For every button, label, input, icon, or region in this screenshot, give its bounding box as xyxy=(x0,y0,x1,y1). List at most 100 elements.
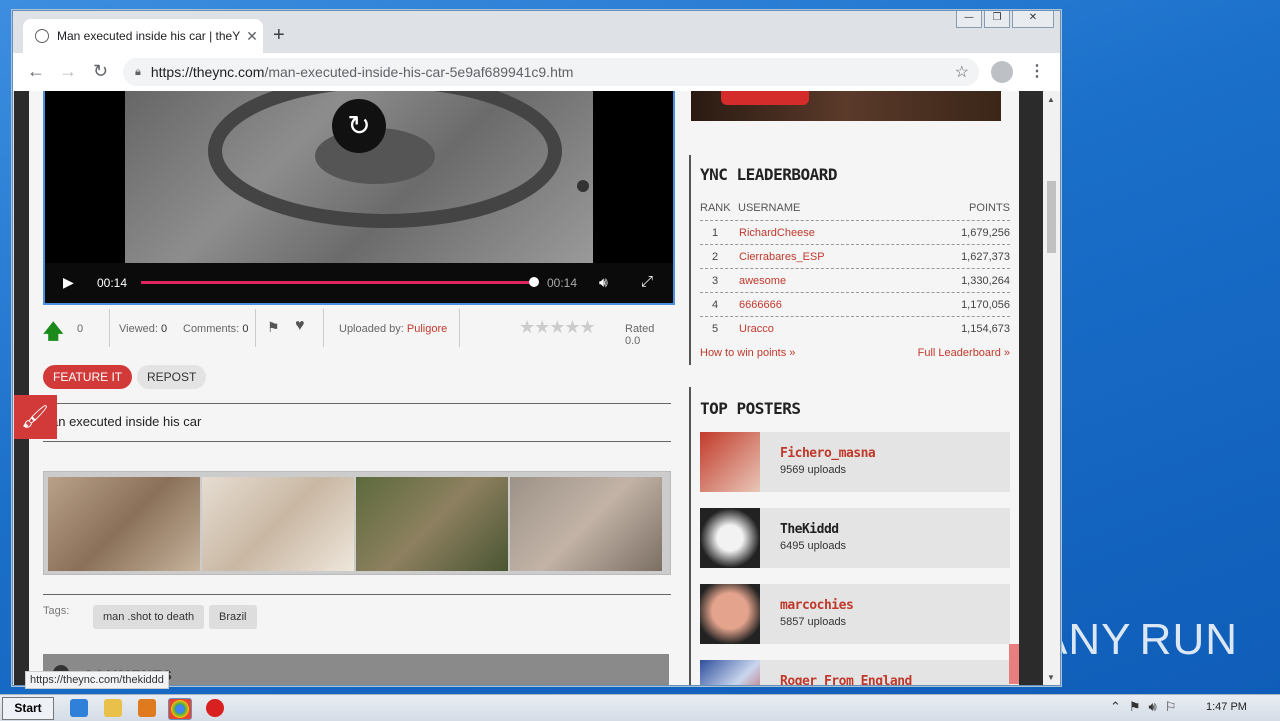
forward-arrow-icon[interactable]: → xyxy=(59,62,77,80)
browser-tab[interactable]: Man executed inside his car | theYNC ✕ xyxy=(23,19,263,53)
status-bar-url: https://theync.com/thekiddd xyxy=(25,671,169,689)
folder-icon[interactable] xyxy=(104,699,122,717)
media-player-icon[interactable] xyxy=(138,699,156,717)
thumbnail[interactable] xyxy=(202,477,354,571)
progress-bar[interactable] xyxy=(141,281,533,284)
poster-card[interactable]: Roger_From_England xyxy=(700,660,1010,685)
volume-icon[interactable]: 🔊︎ xyxy=(599,274,608,291)
clock: 1:47 PM xyxy=(1206,701,1247,713)
username-link[interactable]: Uracco xyxy=(739,323,774,335)
viewed-count: Viewed: 0 xyxy=(119,323,167,335)
poster-card[interactable]: Fichero_masna 9569 uploads xyxy=(700,432,1010,492)
poster-name[interactable]: TheKiddd xyxy=(780,522,839,537)
leaderboard-row: 5 Uracco 1,154,673 xyxy=(700,316,1010,341)
avatar[interactable] xyxy=(700,660,760,685)
scroll-down-icon[interactable]: ▼ xyxy=(1047,673,1055,682)
rating-stars[interactable]: ★★★★★ xyxy=(519,317,595,338)
points: 1,154,673 xyxy=(961,323,1010,335)
maximize-button[interactable]: ❐ xyxy=(984,11,1010,28)
poster-card[interactable]: marcochies 5857 uploads xyxy=(700,584,1010,644)
tag-chip[interactable]: Brazil xyxy=(209,605,257,629)
taskbar: Start ⌃⚑🔊︎⚐ 1:47 PM xyxy=(0,694,1280,721)
poster-uploads: 6495 uploads xyxy=(780,540,846,552)
url-host: https://theync.com xyxy=(151,64,265,80)
flag-icon[interactable]: ⚑ xyxy=(267,319,280,336)
thumbnail[interactable] xyxy=(356,477,508,571)
leaderboard-title: YNC LEADERBOARD xyxy=(700,165,837,184)
profile-avatar-icon[interactable] xyxy=(991,61,1013,83)
warning-icon[interactable] xyxy=(206,699,224,717)
new-tab-button[interactable]: + xyxy=(273,25,285,45)
viewed-label: Viewed: xyxy=(119,323,158,335)
how-to-win-link[interactable]: How to win points » xyxy=(700,347,795,359)
points-header: POINTS xyxy=(969,202,1010,214)
video-stats: 🡅 0 Viewed: 0 Comments: 0 ⚑ ♥ Uploaded b… xyxy=(43,309,671,349)
leaderboard-row: 3awesome1,330,264 xyxy=(700,268,1010,293)
reload-icon[interactable]: ↻ xyxy=(93,62,108,80)
time-total: 00:14 xyxy=(547,276,577,290)
system-tray: ⌃⚑🔊︎⚐ xyxy=(1110,699,1184,715)
divider xyxy=(43,594,671,595)
divider xyxy=(459,309,460,347)
username-link[interactable]: 6666666 xyxy=(739,299,782,311)
avatar[interactable] xyxy=(700,584,760,644)
leaderboard-row: 1RichardCheese1,679,256 xyxy=(700,220,1010,245)
back-to-top-button[interactable]: ⌃ xyxy=(1009,644,1019,684)
fullscreen-icon[interactable]: ⤢ xyxy=(641,273,653,290)
thumbnail[interactable] xyxy=(48,477,200,571)
full-leaderboard-link[interactable]: Full Leaderboard » xyxy=(918,347,1010,359)
chrome-icon[interactable] xyxy=(168,698,192,720)
username-link[interactable]: Cierrabares_ESP xyxy=(739,251,825,263)
username-link[interactable]: RichardCheese xyxy=(739,227,815,239)
points: 1,679,256 xyxy=(961,227,1010,239)
address-bar[interactable]: 🔒︎ https://theync.com/man-executed-insid… xyxy=(123,58,979,86)
feature-it-button[interactable]: FEATURE IT xyxy=(43,365,132,389)
poster-name[interactable]: marcochies xyxy=(780,598,853,613)
bookmark-star-icon[interactable]: ☆ xyxy=(955,62,969,82)
rank: 5 xyxy=(712,323,718,335)
kebab-menu-icon[interactable]: ⋮ xyxy=(1029,61,1045,81)
upvote-arrow-icon[interactable]: 🡅 xyxy=(43,317,64,351)
rank-header: RANK xyxy=(700,202,731,214)
video-player[interactable]: ↻ ▶ 00:14 00:14 🔊︎ ⤢ xyxy=(43,91,675,305)
poster-name[interactable]: Fichero_masna xyxy=(780,446,875,461)
minimize-button[interactable]: — xyxy=(956,11,982,28)
uploaded-label: Uploaded by: xyxy=(339,323,404,335)
leaderboard-row: 2Cierrabares_ESP1,627,373 xyxy=(700,244,1010,269)
comments-count: Comments: 0 xyxy=(183,323,248,335)
top-posters-border xyxy=(689,387,691,685)
top-posters-title: TOP POSTERS xyxy=(700,399,800,418)
scroll-up-icon[interactable]: ▲ xyxy=(1047,95,1055,104)
watermark-right-text: RUN xyxy=(1140,615,1238,665)
poster-name[interactable]: Roger_From_England xyxy=(780,674,912,685)
start-button[interactable]: Start xyxy=(2,697,54,720)
vote-count: 0 xyxy=(77,323,83,335)
comments-value: 0 xyxy=(242,323,248,335)
poster-card[interactable]: TheKiddd 6495 uploads xyxy=(700,508,1010,568)
scrollbar-thumb[interactable] xyxy=(1047,181,1056,253)
tab-title: Man executed inside his car | theYNC xyxy=(57,29,241,43)
tag-chip[interactable]: man .shot to death xyxy=(93,605,204,629)
vertical-scrollbar[interactable]: ▲ ▼ xyxy=(1043,91,1060,685)
paintbrush-icon[interactable]: 🖌︎ xyxy=(14,395,57,439)
divider xyxy=(43,403,671,404)
heart-icon[interactable]: ♥ xyxy=(295,317,305,335)
avatar[interactable] xyxy=(700,508,760,568)
lock-icon: 🔒︎ xyxy=(135,66,141,79)
divider xyxy=(323,309,324,347)
poster-uploads: 5857 uploads xyxy=(780,616,846,628)
thumbnail[interactable] xyxy=(510,477,662,571)
progress-knob[interactable] xyxy=(529,277,539,287)
replay-icon[interactable]: ↻ xyxy=(332,99,386,153)
play-icon[interactable]: ▶ xyxy=(63,274,74,291)
close-window-button[interactable]: ✕ xyxy=(1012,11,1054,28)
ad-banner[interactable] xyxy=(691,91,1001,121)
avatar[interactable] xyxy=(700,432,760,492)
anyrun-watermark: ANY RUN xyxy=(1038,605,1238,675)
tab-close-icon[interactable]: ✕ xyxy=(241,28,263,45)
uploader-link[interactable]: Puligore xyxy=(407,323,447,335)
repost-button[interactable]: REPOST xyxy=(137,365,206,389)
ie-icon[interactable] xyxy=(70,699,88,717)
username-link[interactable]: awesome xyxy=(739,275,786,287)
back-arrow-icon[interactable]: ← xyxy=(27,62,45,80)
